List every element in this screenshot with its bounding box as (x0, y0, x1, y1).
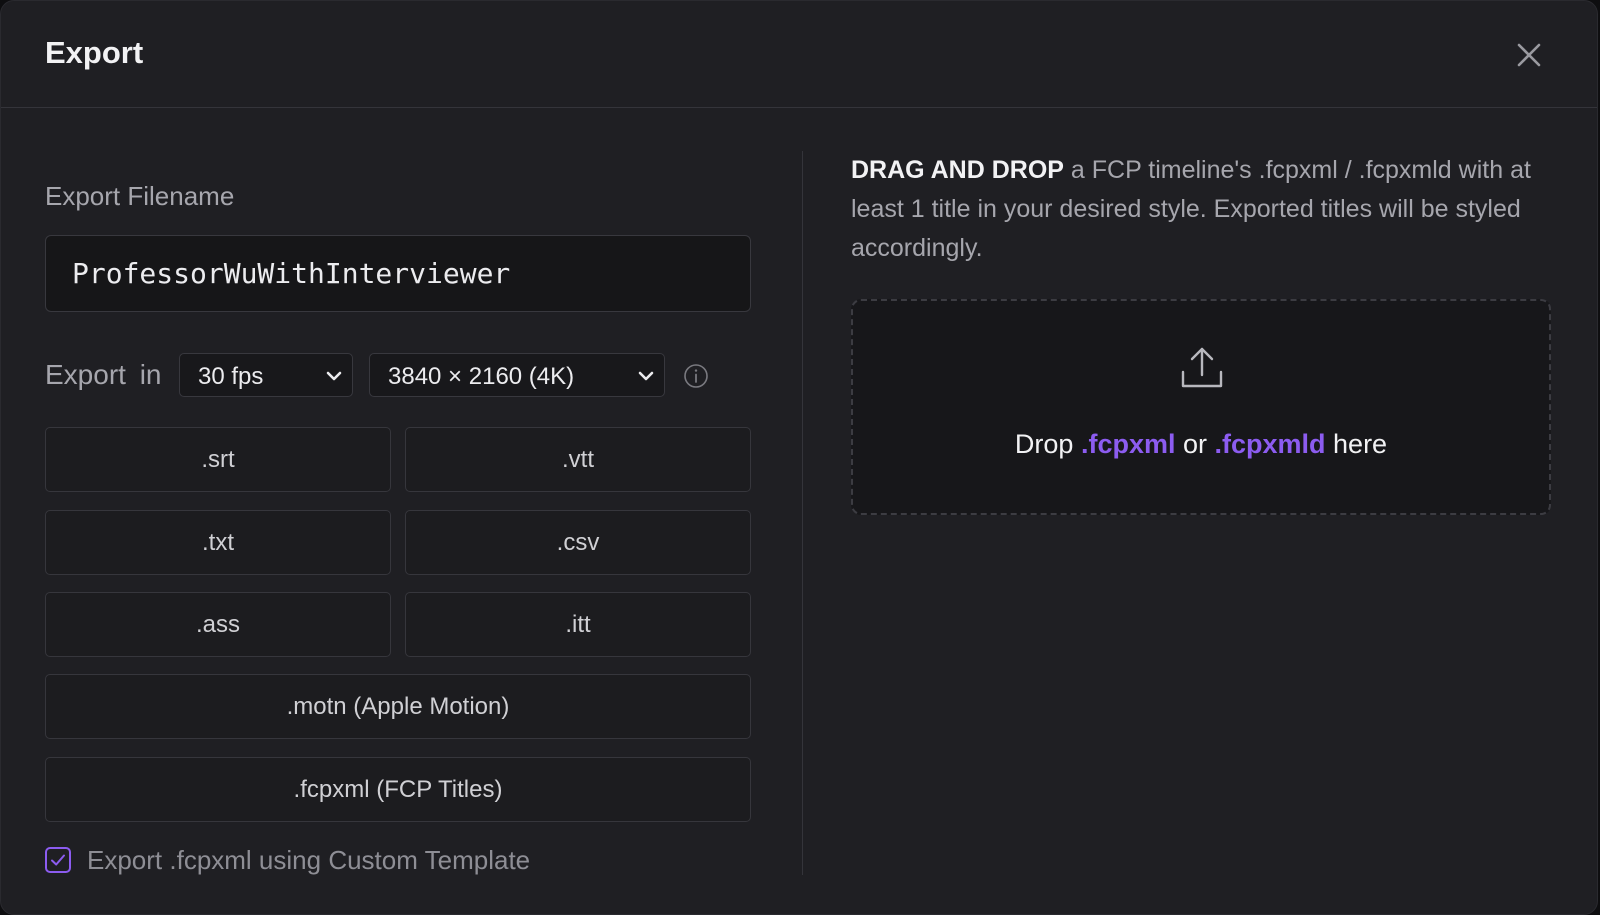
dialog-title: Export (45, 35, 144, 70)
export-format-row: Export in 30 fps 3840 × 2160 (4K) (45, 353, 751, 399)
export-vtt-button[interactable]: .vtt (405, 427, 751, 492)
info-icon[interactable] (683, 363, 709, 389)
fps-select-value: 30 fps (198, 363, 264, 390)
export-dialog: Export Export Filename Export in 30 fps … (0, 0, 1598, 915)
export-motn-button[interactable]: .motn (Apple Motion) (45, 674, 751, 739)
dialog-header: Export (1, 1, 1597, 108)
drag-drop-description: DRAG AND DROP a FCP timeline's .fcpxml /… (851, 151, 1551, 268)
filename-field[interactable] (45, 235, 751, 312)
close-button[interactable] (1511, 37, 1547, 73)
drop-ext-fcpxml: .fcpxml (1080, 429, 1176, 459)
resolution-select[interactable]: 3840 × 2160 (4K) (369, 353, 665, 397)
export-itt-button[interactable]: .itt (405, 592, 751, 657)
drop-zone[interactable]: Drop .fcpxml or .fcpxmld here (851, 299, 1551, 515)
custom-template-option: Export .fcpxml using Custom Template (45, 845, 751, 875)
chevron-down-icon (638, 371, 654, 381)
filename-label: Export Filename (45, 181, 235, 211)
drop-or: or (1175, 429, 1215, 459)
drag-drop-heading: DRAG AND DROP (851, 156, 1064, 184)
drop-instruction: Drop .fcpxml or .fcpxmld here (853, 429, 1549, 460)
drop-prefix: Drop (1014, 429, 1081, 459)
export-ass-button[interactable]: .ass (45, 592, 391, 657)
filename-input[interactable] (46, 236, 750, 311)
drop-ext-fcpxmld: .fcpxmld (1214, 429, 1326, 459)
resolution-select-value: 3840 × 2160 (4K) (388, 363, 575, 390)
checkmark-icon (51, 854, 65, 866)
panel-divider (802, 151, 803, 875)
custom-template-checkbox[interactable] (45, 847, 71, 873)
export-fcpxml-button[interactable]: .fcpxml (FCP Titles) (45, 757, 751, 822)
export-in-label: Export in (45, 359, 162, 390)
fps-select[interactable]: 30 fps (179, 353, 353, 397)
export-txt-button[interactable]: .txt (45, 510, 391, 575)
custom-template-label: Export .fcpxml using Custom Template (87, 845, 531, 875)
drop-suffix: here (1325, 429, 1388, 459)
export-csv-button[interactable]: .csv (405, 510, 751, 575)
chevron-down-icon (326, 371, 342, 381)
close-icon (1517, 43, 1541, 67)
upload-icon (1181, 347, 1223, 388)
export-srt-button[interactable]: .srt (45, 427, 391, 492)
